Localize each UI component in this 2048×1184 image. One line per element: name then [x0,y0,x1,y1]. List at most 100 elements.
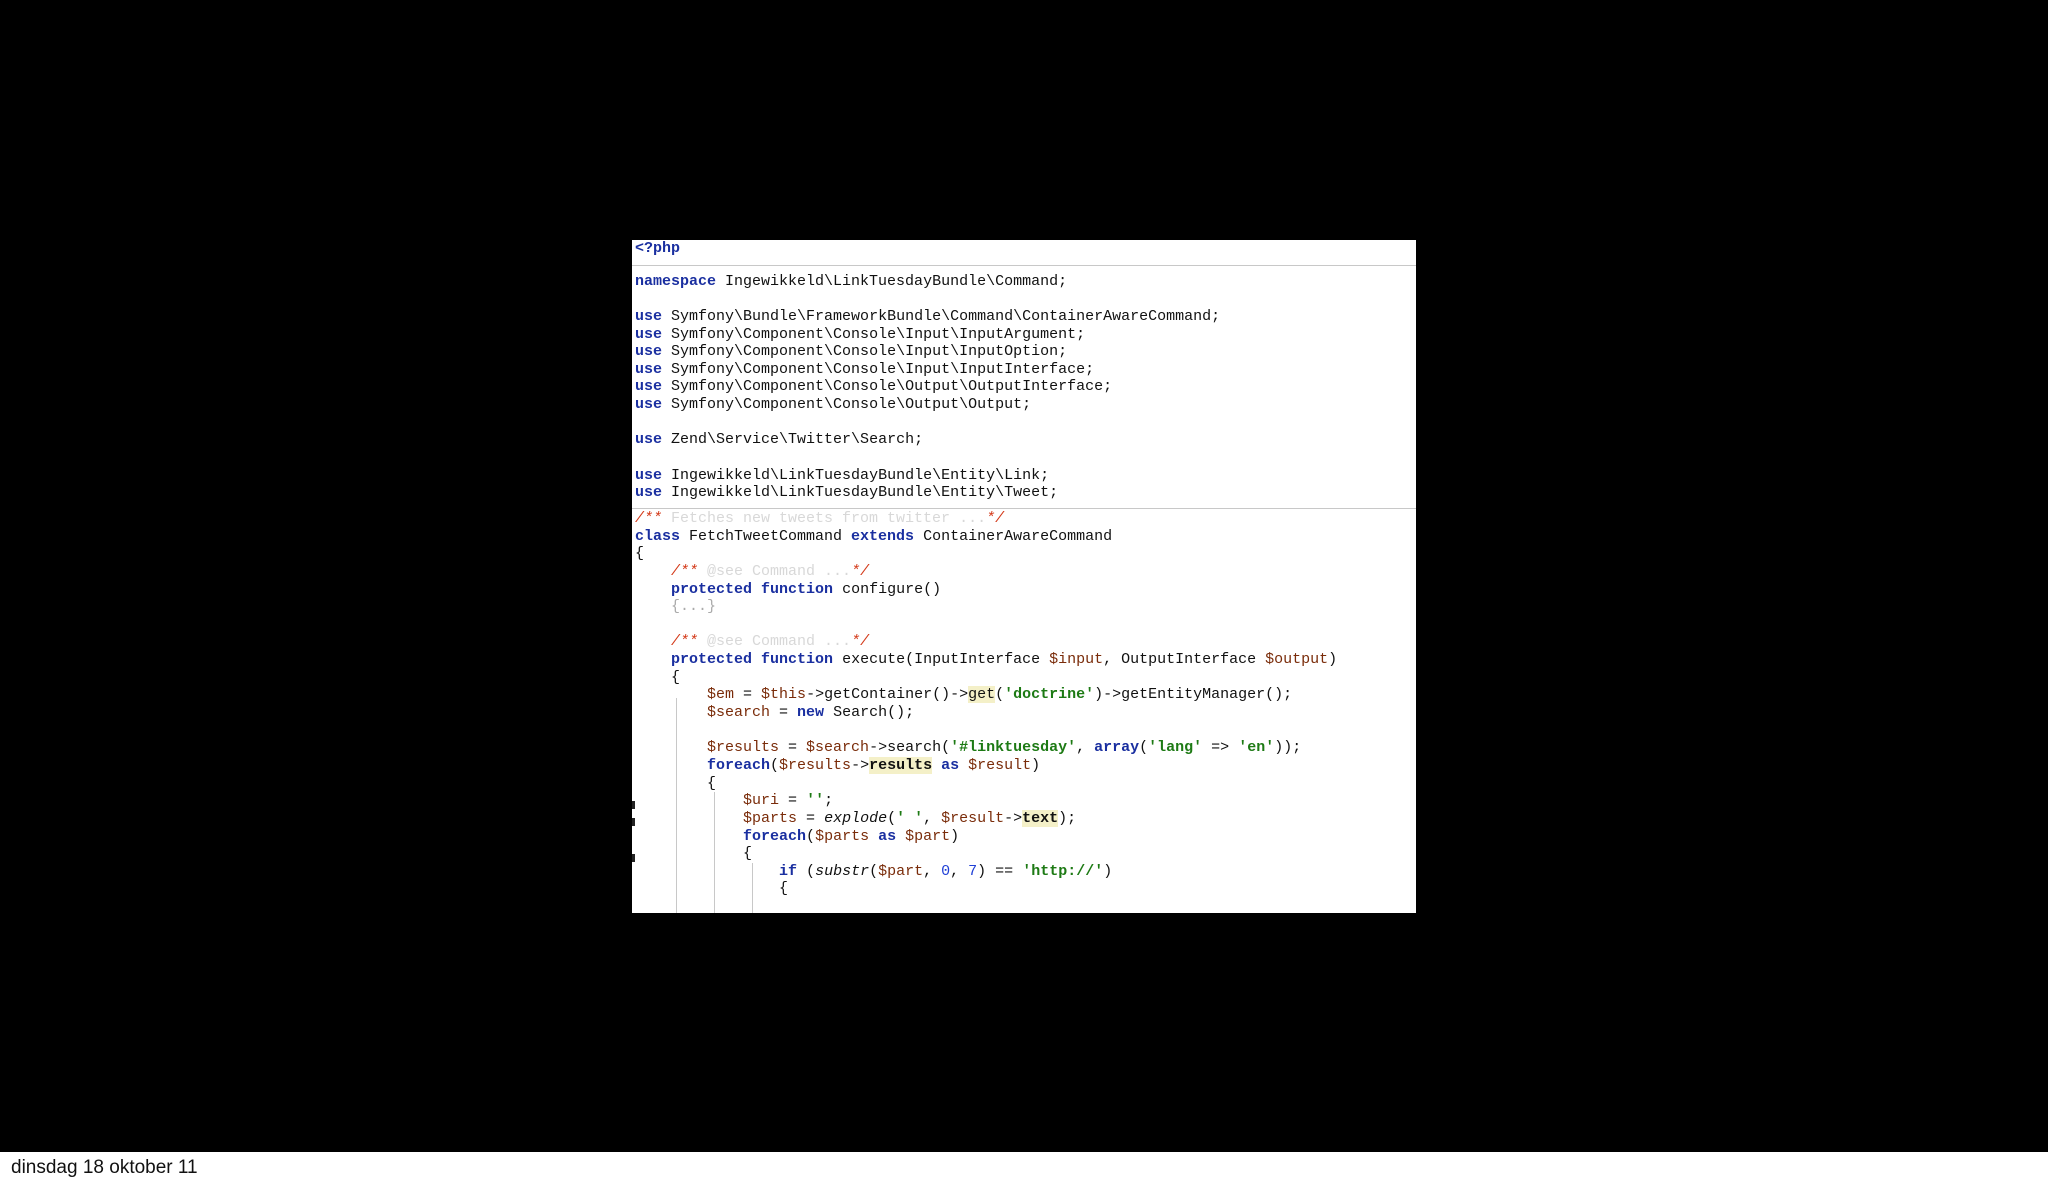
slide-date: dinsdag 18 oktober 11 [11,1157,198,1178]
keyword: use [635,378,663,396]
folded-comment[interactable]: @see Command ... [707,563,851,580]
string-literal: 'http://' [1022,862,1104,880]
keyword: protected [671,651,753,669]
doc-comment: /** [635,509,672,527]
code-line: if (substr($part, 0, 7) == 'http://') [779,862,1113,880]
string-literal: 'lang' [1148,739,1203,757]
variable: $part [905,827,951,845]
code-line: /** @see Command ...*/ [635,563,1416,581]
keyword: use [635,343,663,361]
use-path: Symfony\Component\Console\Input\InputArg… [671,325,1086,343]
number-literal: 7 [968,862,978,880]
keyword: class [635,527,681,545]
code-line: use Symfony\Component\Console\Input\Inpu… [635,343,1416,361]
separator [632,264,1416,266]
code-line: class FetchTweetCommand extends Containe… [635,528,1416,546]
folded-comment[interactable]: Fetches new tweets from twitter ... [671,510,986,527]
code-line: $uri = ''; [743,792,834,810]
method-signature: configure() [833,580,942,598]
variable: $part [878,862,924,880]
keyword: use [635,307,663,325]
code-line: { [635,845,753,863]
string-literal: 'en' [1238,739,1275,757]
code-line: foreach($results->results as $result) [707,756,1041,774]
string-literal: 'doctrine' [1004,686,1095,704]
code-text: ->getContainer()-> [806,686,969,704]
variable: $result [941,809,1005,827]
keyword: use [635,431,663,449]
keyword: use [635,396,663,414]
code-block: <?php namespace Ingewikkeld\LinkTuesdayB… [632,240,1416,898]
keyword: as [941,756,960,774]
code-line: /** @see Command ...*/ [635,633,1416,651]
function-name: substr [815,862,870,880]
use-path: Symfony\Bundle\FrameworkBundle\Command\C… [671,307,1221,325]
keyword: foreach [743,827,807,845]
code-line: $search = new Search(); [707,704,915,722]
slide: <?php namespace Ingewikkeld\LinkTuesdayB… [0,0,2048,1152]
string-literal: '' [806,792,825,810]
code-line: use Symfony\Bundle\FrameworkBundle\Comma… [635,308,1416,326]
variable: $output [1265,651,1329,669]
code-text: )->getEntityManager(); [1094,686,1293,704]
variable: $results [779,756,852,774]
doc-comment: /** [671,633,708,651]
method-signature: , OutputInterface [1103,651,1266,669]
highlighted-property: text [1022,809,1059,827]
code-line: /** Fetches new tweets from twitter ...*… [635,510,1416,528]
keyword: use [635,325,663,343]
keyword: as [878,827,897,845]
php-open-tag: <?php [635,240,681,257]
variable: $parts [815,827,870,845]
keyword: use [635,466,663,484]
highlighted-method: get [968,686,996,704]
use-path: Symfony\Component\Console\Input\InputInt… [671,360,1095,378]
code-text: => [1202,739,1239,757]
highlighted-property: results [869,756,933,774]
use-path: Zend\Service\Twitter\Search; [671,431,924,449]
doc-comment: /** [671,562,708,580]
keyword: protected [671,580,753,598]
code-line: use Symfony\Component\Console\Output\Out… [635,396,1416,414]
keyword: namespace [635,272,717,290]
variable: $uri [743,792,780,810]
code-line: {...} [635,598,1416,616]
code-line: use Symfony\Component\Console\Output\Out… [635,378,1416,396]
number-literal: 0 [941,862,951,880]
doc-comment: */ [851,633,870,651]
variable: $result [968,756,1032,774]
use-path: Symfony\Component\Console\Output\Output; [671,396,1032,414]
use-path: Symfony\Component\Console\Output\OutputI… [671,378,1113,396]
variable: $results [707,739,780,757]
keyword: array [1094,739,1140,757]
keyword: new [797,704,825,722]
use-path: Ingewikkeld\LinkTuesdayBundle\Entity\Twe… [671,484,1059,502]
keyword: function [761,580,834,598]
code-line: use Ingewikkeld\LinkTuesdayBundle\Entity… [635,467,1416,485]
variable: $em [707,686,735,704]
code-line: use Ingewikkeld\LinkTuesdayBundle\Entity… [635,484,1416,502]
code-line: namespace Ingewikkeld\LinkTuesdayBundle\… [635,273,1416,291]
variable: $search [707,704,771,722]
folded-comment[interactable]: @see Command ... [707,633,851,650]
variable: $parts [743,809,798,827]
function-name: explode [824,809,888,827]
code-text: ->search( [869,739,951,757]
variable: $search [806,739,870,757]
keyword: extends [851,527,915,545]
code-line: protected function configure() [635,581,1416,599]
code-line: use Symfony\Component\Console\Input\Inpu… [635,361,1416,379]
variable: $this [761,686,807,704]
footer-bar: dinsdag 18 oktober 11 [0,1152,2048,1184]
code-line: { [635,880,789,898]
folded-body[interactable]: {...} [671,598,716,615]
code-line: { [635,774,717,792]
use-path: Symfony\Component\Console\Input\InputOpt… [671,343,1068,361]
doc-comment: */ [851,562,870,580]
doc-comment: */ [986,509,1005,527]
